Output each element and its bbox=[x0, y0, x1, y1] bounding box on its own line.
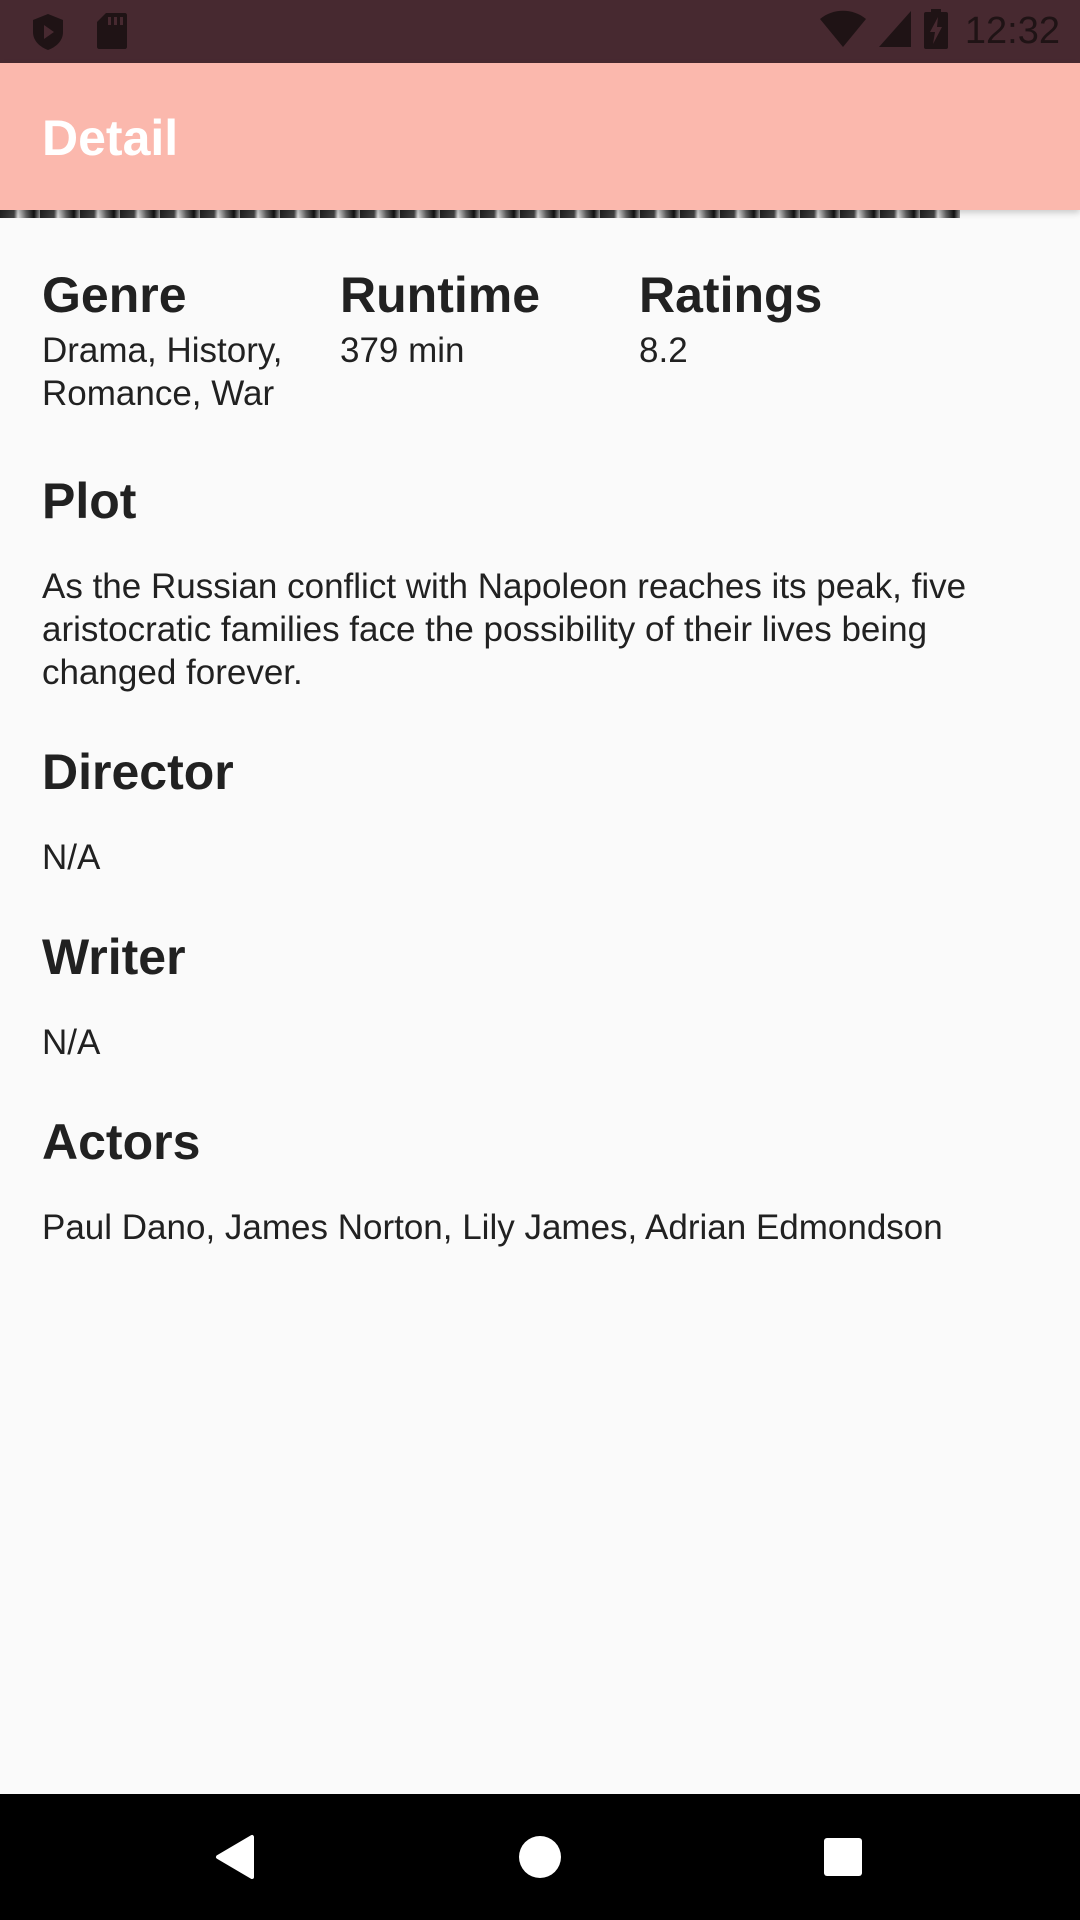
actors-value: Paul Dano, James Norton, Lily James, Adr… bbox=[42, 1208, 943, 1247]
app-bar: Detail bbox=[0, 63, 1080, 210]
status-bar: 12:32 bbox=[0, 0, 1080, 63]
sd-card-icon bbox=[96, 12, 128, 57]
genre-value: Drama, History, Romance, War bbox=[42, 331, 283, 413]
wifi-icon bbox=[819, 9, 867, 54]
actors-heading: Actors bbox=[42, 1114, 201, 1170]
stats-row: Genre Drama, History, Romance, War Runti… bbox=[42, 218, 1042, 418]
runtime-value: 379 min bbox=[340, 331, 465, 370]
detail-screen: 12:32 Detail Genre Drama, History, Roman… bbox=[0, 0, 1080, 1920]
genre-heading: Genre bbox=[42, 267, 187, 323]
movie-detail-content: Genre Drama, History, Romance, War Runti… bbox=[42, 218, 1042, 1248]
director-section: Director N/A bbox=[42, 745, 1042, 879]
writer-heading: Writer bbox=[42, 929, 186, 985]
poster-image-strip bbox=[0, 210, 960, 218]
navigation-bar bbox=[0, 1794, 1080, 1920]
actors-section: Actors Paul Dano, James Norton, Lily Jam… bbox=[42, 1115, 1042, 1249]
battery-charging-icon bbox=[923, 8, 949, 55]
shield-icon bbox=[30, 12, 66, 57]
recents-icon[interactable] bbox=[818, 1832, 868, 1882]
runtime-heading: Runtime bbox=[340, 267, 540, 323]
home-icon[interactable] bbox=[515, 1832, 565, 1882]
director-value: N/A bbox=[42, 838, 101, 877]
app-title: Detail bbox=[42, 110, 179, 166]
plot-section: Plot As the Russian conflict with Napole… bbox=[42, 474, 1042, 694]
ratings-heading: Ratings bbox=[639, 267, 823, 323]
plot-text: As the Russian conflict with Napoleon re… bbox=[42, 567, 967, 692]
ratings-block: Ratings 8.2 bbox=[639, 268, 909, 372]
writer-section: Writer N/A bbox=[42, 930, 1042, 1064]
writer-value: N/A bbox=[42, 1023, 101, 1062]
signal-icon bbox=[877, 9, 913, 54]
director-heading: Director bbox=[42, 744, 234, 800]
ratings-value: 8.2 bbox=[639, 331, 688, 370]
back-icon[interactable] bbox=[212, 1832, 262, 1882]
genre-block: Genre Drama, History, Romance, War bbox=[42, 268, 312, 415]
plot-heading: Plot bbox=[42, 473, 137, 529]
status-time: 12:32 bbox=[964, 10, 1060, 52]
runtime-block: Runtime 379 min bbox=[340, 268, 610, 372]
